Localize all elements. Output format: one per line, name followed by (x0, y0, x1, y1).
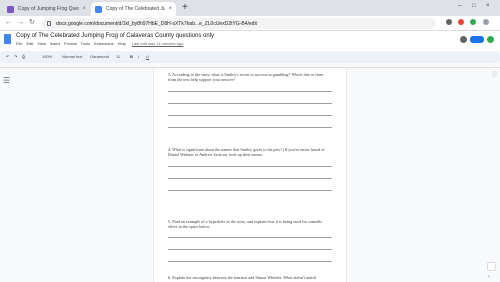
print-icon[interactable]: ⎙ (22, 54, 25, 59)
menu-file[interactable]: File (16, 41, 22, 46)
italic-icon[interactable]: I (138, 54, 139, 59)
docs-header: Copy of The Celebrated Jumping Frog of C… (0, 31, 500, 51)
undo-icon[interactable]: ↶ (6, 54, 9, 59)
answer-line (168, 178, 332, 179)
close-tab-icon[interactable]: × (82, 6, 86, 12)
google-forms-favicon-icon (7, 5, 14, 13)
share-button[interactable] (470, 36, 484, 43)
menu-view[interactable]: View (37, 41, 46, 46)
close-window-button[interactable]: × (486, 3, 490, 9)
menu-insert[interactable]: Insert (50, 41, 60, 46)
answer-line (168, 115, 332, 116)
document-title[interactable]: Copy of The Celebrated Jumping Frog of C… (16, 33, 214, 39)
comments-icon[interactable] (460, 36, 467, 43)
question-4: 4. What is significant about the names t… (168, 147, 325, 158)
google-docs-icon[interactable] (4, 34, 11, 44)
last-edit-link[interactable]: Last edit was 11 minutes ago (132, 41, 184, 46)
underline-icon[interactable]: U (146, 54, 149, 59)
menu-format[interactable]: Format (64, 41, 77, 46)
menu-help[interactable]: Help (118, 41, 126, 46)
browser-tab-celebrated-jumping[interactable]: Copy of The Celebrated Jumpin × (91, 2, 176, 16)
scroll-up-icon[interactable] (492, 71, 497, 77)
answer-line (168, 103, 332, 104)
paragraph-style-select[interactable]: Normal text (62, 54, 82, 59)
browser-tab-frog-questions[interactable]: Copy of Jumping Frog Questions × (3, 2, 90, 16)
lock-icon (47, 21, 51, 26)
account-avatar[interactable] (487, 36, 494, 43)
menu-bar: File Edit View Insert Format Tools Exten… (16, 41, 183, 46)
explore-icon[interactable] (487, 262, 496, 271)
url-text: docs.google.com/document/d/1kl_by8h97HbE… (56, 21, 257, 27)
menu-edit[interactable]: Edit (26, 41, 33, 46)
answer-line (168, 127, 332, 128)
address-bar-row: ← → ↻ docs.google.com/document/d/1kl_by8… (0, 16, 500, 31)
answer-line (168, 237, 332, 238)
new-tab-button[interactable]: + (182, 3, 188, 13)
maximize-button[interactable]: □ (472, 3, 476, 9)
extension-icon[interactable] (458, 19, 464, 25)
minimize-button[interactable]: – (458, 3, 461, 9)
document-outline-icon[interactable]: ☰ (3, 76, 10, 85)
tab-label: Copy of The Celebrated Jumpin (106, 6, 166, 12)
header-actions (460, 36, 494, 43)
answer-line (168, 91, 332, 92)
font-size-input[interactable]: 11 (116, 54, 120, 59)
google-docs-favicon-icon (95, 5, 102, 13)
answer-line (168, 190, 332, 191)
answer-line (168, 166, 332, 167)
back-button[interactable]: ← (5, 19, 12, 27)
chevron-right-icon[interactable]: › (488, 274, 496, 280)
close-tab-icon[interactable]: × (168, 6, 172, 12)
extension-icon[interactable] (446, 19, 452, 25)
font-select[interactable]: Garamond (90, 54, 109, 59)
redo-icon[interactable]: ↷ (14, 54, 17, 59)
browser-tab-bar: Copy of Jumping Frog Questions × Copy of… (0, 0, 500, 16)
document-page[interactable]: 3. According to the story, what is Smile… (153, 68, 347, 282)
reload-button[interactable]: ↻ (29, 19, 35, 27)
zoom-select[interactable]: 100% (42, 54, 52, 59)
url-input[interactable]: docs.google.com/document/d/1kl_by8h97HbE… (42, 18, 436, 29)
tab-label: Copy of Jumping Frog Questions (18, 6, 80, 12)
profile-avatar[interactable] (483, 19, 489, 25)
extension-icon[interactable] (470, 19, 476, 25)
formatting-toolbar: ↶ ↷ ⎙ 100% Normal text Garamond 11 B I U (0, 51, 500, 63)
bold-icon[interactable]: B (130, 54, 133, 59)
answer-line (168, 261, 332, 262)
forward-button[interactable]: → (17, 19, 24, 27)
question-5: 5. Find an example of a hyperbole in the… (168, 219, 323, 230)
answer-line (168, 249, 332, 250)
question-3: 3. According to the story, what is Smile… (168, 72, 324, 83)
menu-tools[interactable]: Tools (81, 41, 90, 46)
question-6: 6. Explain the incongruity between the n… (168, 275, 317, 280)
menu-extensions[interactable]: Extensions (94, 41, 114, 46)
